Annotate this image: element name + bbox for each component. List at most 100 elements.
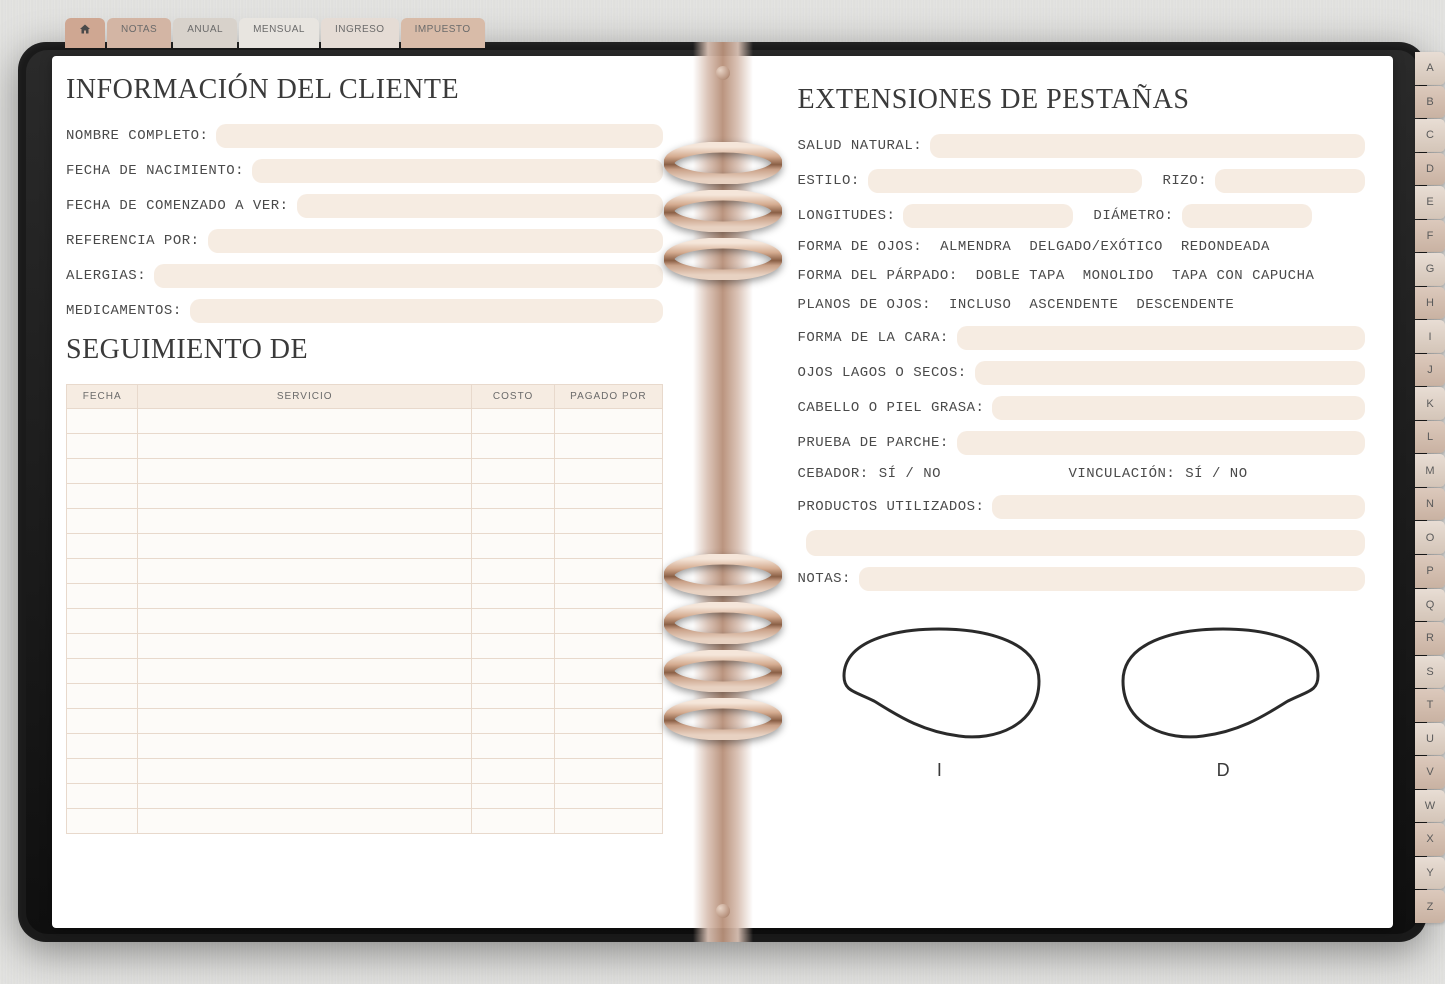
opt-redondeada[interactable]: REDONDEADA	[1181, 239, 1270, 255]
field-nacimiento[interactable]	[252, 159, 662, 183]
side-tab-v[interactable]: V	[1415, 756, 1445, 789]
tab-home[interactable]	[65, 18, 105, 48]
table-row[interactable]	[67, 434, 663, 459]
side-tab-p[interactable]: P	[1415, 555, 1445, 588]
side-tab-a[interactable]: A	[1415, 52, 1445, 85]
side-tab-k[interactable]: K	[1415, 387, 1445, 420]
field-diametro[interactable]	[1182, 204, 1312, 228]
field-productos-2[interactable]	[806, 530, 1366, 556]
table-row[interactable]	[67, 534, 663, 559]
field-salud[interactable]	[930, 134, 1365, 158]
side-tab-s[interactable]: S	[1415, 656, 1445, 689]
tab-notas[interactable]: NOTAS	[107, 18, 171, 48]
field-alergias[interactable]	[154, 264, 662, 288]
opt-almendra[interactable]: ALMENDRA	[940, 239, 1011, 255]
field-longitudes[interactable]	[903, 204, 1073, 228]
tab-anual[interactable]: ANUAL	[173, 18, 237, 48]
label-planos: PLANOS DE OJOS:	[798, 297, 932, 313]
extensions-heading: EXTENSIONES DE PESTAÑAS	[798, 84, 1366, 116]
label-alergias: ALERGIAS:	[66, 268, 146, 284]
eye-shapes: I D	[798, 621, 1366, 781]
field-medicamentos[interactable]	[190, 299, 663, 323]
label-vinculacion: VINCULACIÓN:	[1068, 466, 1175, 482]
top-tabs: NOTAS ANUAL MENSUAL INGRESO IMPUESTO	[65, 18, 485, 48]
table-row[interactable]	[67, 509, 663, 534]
field-nombre[interactable]	[216, 124, 662, 148]
table-row[interactable]	[67, 684, 663, 709]
table-row[interactable]	[67, 584, 663, 609]
field-referencia[interactable]	[208, 229, 663, 253]
side-tab-y[interactable]: Y	[1415, 857, 1445, 890]
field-lagos[interactable]	[975, 361, 1365, 385]
side-tab-q[interactable]: Q	[1415, 589, 1445, 622]
side-tab-l[interactable]: L	[1415, 421, 1445, 454]
table-row[interactable]	[67, 784, 663, 809]
table-row[interactable]	[67, 459, 663, 484]
table-row[interactable]	[67, 659, 663, 684]
field-forma-cara[interactable]	[957, 326, 1365, 350]
page-right: EXTENSIONES DE PESTAÑAS SALUD NATURAL: E…	[723, 56, 1394, 928]
side-tab-h[interactable]: H	[1415, 287, 1445, 320]
row-planos: PLANOS DE OJOS: INCLUSO ASCENDENTE DESCE…	[798, 297, 1366, 313]
field-cabello[interactable]	[992, 396, 1365, 420]
tab-impuesto[interactable]: IMPUESTO	[401, 18, 485, 48]
table-row[interactable]	[67, 809, 663, 834]
table-row[interactable]	[67, 559, 663, 584]
side-tab-z[interactable]: Z	[1415, 890, 1445, 923]
side-tab-j[interactable]: J	[1415, 354, 1445, 387]
tab-ingreso[interactable]: INGRESO	[321, 18, 399, 48]
side-tab-m[interactable]: M	[1415, 454, 1445, 487]
opt-incluso[interactable]: INCLUSO	[949, 297, 1011, 313]
side-tab-w[interactable]: W	[1415, 790, 1445, 823]
tab-mensual[interactable]: MENSUAL	[239, 18, 319, 48]
label-referencia: REFERENCIA POR:	[66, 233, 200, 249]
field-productos[interactable]	[992, 495, 1365, 519]
opt-capucha[interactable]: TAPA CON CAPUCHA	[1172, 268, 1314, 284]
opt-doble-tapa[interactable]: DOBLE TAPA	[976, 268, 1065, 284]
eye-shape-right: D	[1108, 621, 1338, 781]
opt-vinculacion-sino[interactable]: SÍ / NO	[1185, 466, 1247, 482]
label-rizo: RIZO:	[1162, 173, 1207, 189]
tracking-table: FECHA SERVICIO COSTO PAGADO POR	[66, 384, 663, 834]
side-tab-i[interactable]: I	[1415, 320, 1445, 353]
th-fecha: FECHA	[67, 385, 138, 409]
label-cebador: CEBADOR:	[798, 466, 869, 482]
opt-ascendente[interactable]: ASCENDENTE	[1029, 297, 1118, 313]
side-tab-o[interactable]: O	[1415, 521, 1445, 554]
opt-delgado[interactable]: DELGADO/EXÓTICO	[1029, 239, 1163, 255]
side-tab-r[interactable]: R	[1415, 622, 1445, 655]
field-comenzado[interactable]	[297, 194, 663, 218]
side-tabs: ABCDEFGHIJKLMNOPQRSTUVWXYZ	[1415, 52, 1445, 924]
opt-descendente[interactable]: DESCENDENTE	[1136, 297, 1234, 313]
table-row[interactable]	[67, 634, 663, 659]
side-tab-u[interactable]: U	[1415, 723, 1445, 756]
table-row[interactable]	[67, 759, 663, 784]
field-parche[interactable]	[957, 431, 1365, 455]
side-tab-n[interactable]: N	[1415, 488, 1445, 521]
field-notas[interactable]	[859, 567, 1365, 591]
side-tab-f[interactable]: F	[1415, 220, 1445, 253]
side-tab-x[interactable]: X	[1415, 823, 1445, 856]
field-rizo[interactable]	[1215, 169, 1365, 193]
label-parche: PRUEBA DE PARCHE:	[798, 435, 949, 451]
field-estilo[interactable]	[868, 169, 1143, 193]
table-row[interactable]	[67, 609, 663, 634]
table-row[interactable]	[67, 734, 663, 759]
side-tab-d[interactable]: D	[1415, 153, 1445, 186]
spine-dot-top	[716, 66, 730, 80]
side-tab-t[interactable]: T	[1415, 689, 1445, 722]
page-left: INFORMACIÓN DEL CLIENTE NOMBRE COMPLETO:…	[52, 56, 723, 928]
side-tab-b[interactable]: B	[1415, 86, 1445, 119]
side-tab-g[interactable]: G	[1415, 253, 1445, 286]
table-row[interactable]	[67, 484, 663, 509]
opt-monolido[interactable]: MONOLIDO	[1083, 268, 1154, 284]
label-salud: SALUD NATURAL:	[798, 138, 923, 154]
table-row[interactable]	[67, 409, 663, 434]
side-tab-e[interactable]: E	[1415, 186, 1445, 219]
opt-cebador-sino[interactable]: SÍ / NO	[879, 466, 941, 482]
side-tab-c[interactable]: C	[1415, 119, 1445, 152]
table-row[interactable]	[67, 709, 663, 734]
spine-dot-bottom	[716, 904, 730, 918]
label-diametro: DIÁMETRO:	[1093, 208, 1173, 224]
label-nacimiento: FECHA DE NACIMIENTO:	[66, 163, 244, 179]
